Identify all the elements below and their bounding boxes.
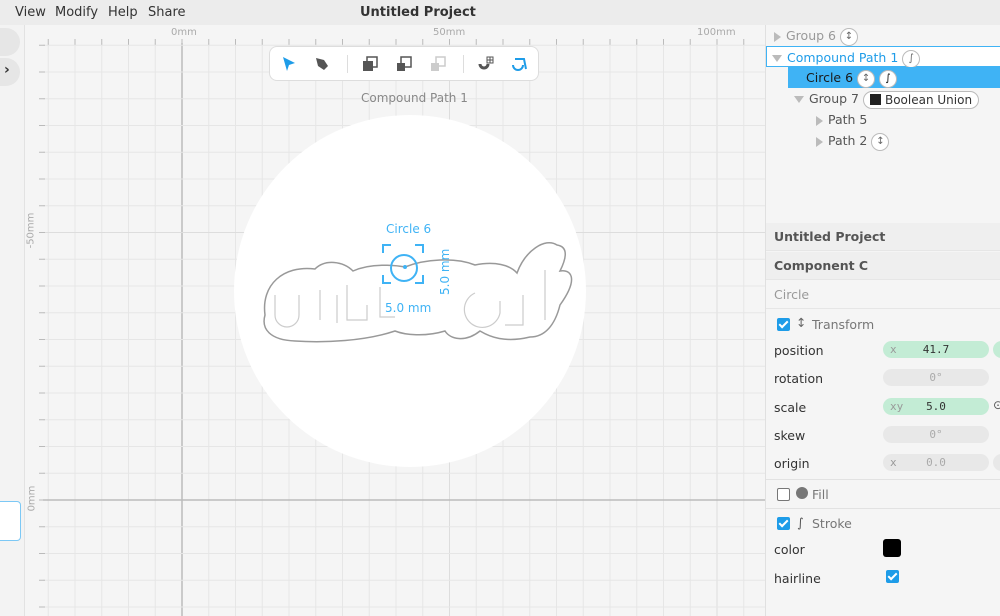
boolean-union-icon: [869, 93, 881, 105]
stroke-icon: ∫: [902, 49, 921, 68]
field-value: 0°: [929, 428, 943, 441]
tree-label: Compound Path 1: [787, 50, 899, 65]
position-y-field[interactable]: [993, 341, 1000, 358]
toolbar-divider: [347, 55, 348, 73]
collapse-triangle-icon[interactable]: [794, 96, 804, 103]
origin-y-field[interactable]: [993, 454, 1000, 471]
tree-item-group-7[interactable]: Group 7 Boolean Union: [766, 88, 1000, 109]
tree-label: Path 2: [828, 133, 868, 148]
width-dimension: 5.0 mm: [385, 301, 432, 315]
transform-label: Transform: [812, 317, 875, 332]
pen-tool-icon[interactable]: [313, 55, 331, 73]
circle-label: Circle 6: [386, 222, 432, 236]
stroke-color-swatch[interactable]: [883, 539, 901, 557]
tree-label: Path 5: [828, 112, 868, 127]
origin-label: origin: [774, 456, 810, 471]
expand-triangle-icon[interactable]: [774, 31, 781, 42]
stroke-checkbox[interactable]: [777, 517, 790, 530]
menu-modify[interactable]: Modify: [55, 5, 98, 20]
scale-label: scale: [774, 400, 807, 415]
height-dimension: 5.0 mm: [438, 248, 452, 295]
hairline-checkbox[interactable]: [886, 570, 899, 583]
field-value: 5.0: [926, 400, 946, 413]
edit-path-icon[interactable]: [510, 55, 528, 73]
snap-grid-icon[interactable]: [477, 55, 495, 73]
transform-icon: ↕: [839, 27, 858, 46]
expand-sidebar-button[interactable]: ›: [0, 58, 20, 86]
send-backward-icon[interactable]: [395, 55, 413, 73]
artwork: [234, 115, 586, 467]
fill-checkbox[interactable]: [777, 488, 790, 501]
transform-checkbox[interactable]: [777, 318, 790, 331]
transform-disabled-icon: [431, 56, 446, 71]
position-label: position: [774, 343, 824, 358]
chevron-right-icon: ›: [4, 62, 10, 78]
select-arrow-icon[interactable]: [280, 55, 298, 73]
tree-label: Circle 6: [806, 70, 854, 85]
transform-icon: ↕: [871, 132, 890, 151]
stroke-icon: ∫: [879, 69, 898, 88]
object-type: Circle: [766, 281, 1000, 309]
project-header: Untitled Project: [766, 223, 1000, 251]
collapse-triangle-icon[interactable]: [772, 55, 782, 62]
position-x-field[interactable]: x 41.7: [883, 341, 989, 358]
transform-icon: ↕: [857, 69, 876, 88]
field-value: 41.7: [922, 343, 950, 356]
lock-ratio-icon[interactable]: ⊙: [993, 398, 1000, 412]
menu-view[interactable]: View: [15, 5, 46, 20]
tree-item-path-2[interactable]: Path 2 ↕: [766, 130, 1000, 151]
skew-label: skew: [774, 428, 806, 443]
fill-icon: [796, 487, 808, 499]
menu-help[interactable]: Help: [108, 5, 138, 20]
circle-selection[interactable]: [377, 239, 437, 299]
hairline-label: hairline: [774, 571, 821, 586]
component-header: Component C: [766, 252, 1000, 280]
tree-item-path-5[interactable]: Path 5: [766, 109, 1000, 130]
stroke-icon: ∫: [797, 515, 804, 530]
tree-item-compound-path-1[interactable]: Compound Path 1 ∫: [766, 46, 1000, 68]
fill-label: Fill: [812, 487, 829, 502]
color-label: color: [774, 542, 805, 557]
left-sidebar: ›: [0, 25, 25, 616]
field-value: 0.0: [926, 456, 946, 469]
toolbar-divider: [463, 55, 464, 73]
tree-item-group-6[interactable]: Group 6 ↕: [766, 25, 1000, 46]
floating-toolbar: [269, 46, 539, 81]
tree-item-circle-6[interactable]: Circle 6 ↕ ∫: [788, 67, 1000, 88]
sidebar-card[interactable]: [0, 501, 21, 541]
expand-triangle-icon[interactable]: [816, 136, 823, 147]
divider: [766, 479, 1000, 480]
canvas[interactable]: 0mm 50mm 100mm -50mm 0mm Compound Path 1…: [25, 25, 765, 616]
skew-field[interactable]: 0°: [883, 426, 989, 443]
stroke-label: Stroke: [812, 516, 852, 531]
transform-icon: ↕: [796, 315, 807, 330]
sidebar-button[interactable]: [0, 28, 20, 56]
badge-label: Boolean Union: [884, 92, 973, 107]
tree-label: Group 7: [809, 91, 859, 106]
window-title: Untitled Project: [360, 5, 476, 20]
selection-label: Compound Path 1: [361, 91, 468, 105]
origin-x-field[interactable]: x 0.0: [883, 454, 989, 471]
tree-label: Group 6: [786, 28, 836, 43]
menu-share[interactable]: Share: [148, 5, 186, 20]
scale-field[interactable]: xy 5.0: [883, 398, 989, 415]
expand-triangle-icon[interactable]: [816, 115, 823, 126]
boolean-union-badge: Boolean Union: [862, 90, 980, 109]
rotation-label: rotation: [774, 371, 824, 386]
right-panel: Group 6 ↕ Compound Path 1 ∫ Circle 6 ↕ ∫ Gro…: [765, 25, 1000, 616]
field-value: 0°: [929, 371, 943, 384]
rotation-field[interactable]: 0°: [883, 369, 989, 386]
menu-bar: View Modify Help Share Untitled Project: [0, 0, 1000, 25]
divider: [766, 508, 1000, 509]
bring-forward-icon[interactable]: [361, 55, 379, 73]
